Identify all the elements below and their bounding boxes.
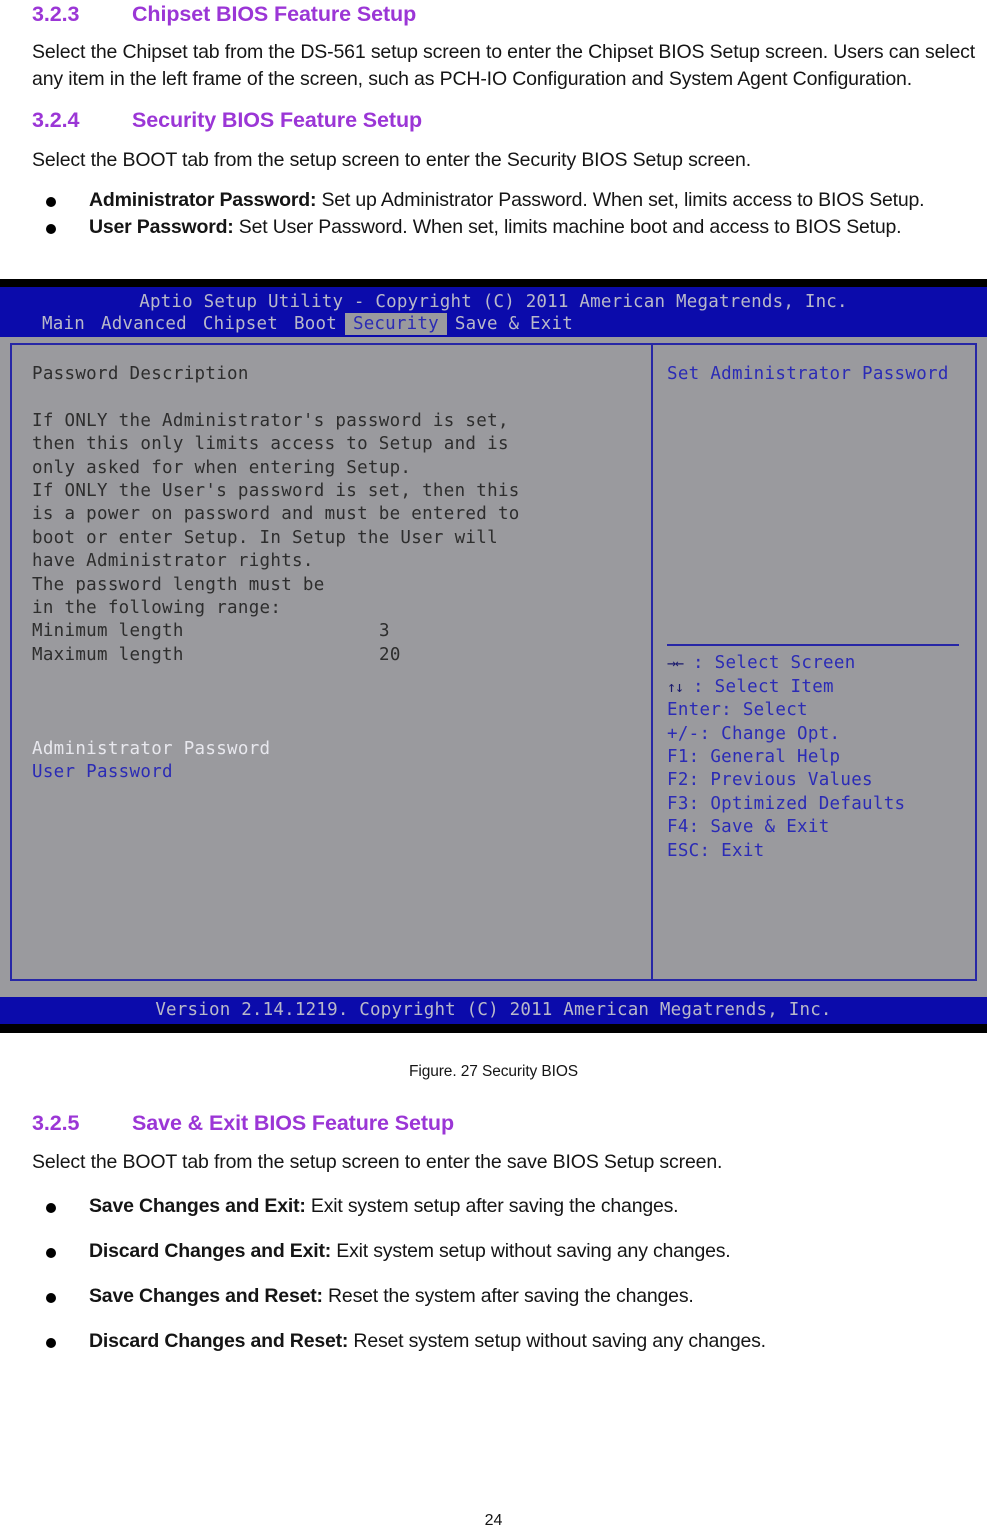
help-key-text: : Select Screen: [693, 653, 856, 674]
maximum-length-value: 20: [379, 644, 401, 665]
list-item: User Password: Set User Password. When s…: [32, 214, 973, 241]
bullet-dot-icon: [46, 1293, 56, 1303]
help-key-f2-previous-values: F2: Previous Values: [667, 770, 873, 791]
minimum-length-label: Minimum length: [32, 621, 184, 642]
document-body-lower: 3.2.5 Save & Exit BIOS Feature Setup Sel…: [0, 1111, 987, 1355]
tab-security[interactable]: Security: [344, 313, 447, 335]
bullet-dot-icon: [46, 224, 56, 234]
bios-left-pane: Password Description If ONLY the Adminis…: [12, 345, 653, 979]
description-line: have Administrator rights.: [32, 551, 314, 572]
bullet-list-security: Administrator Password: Set up Administr…: [32, 187, 973, 241]
description-line: The password length must be: [32, 574, 325, 595]
list-item-text: Set User Password. When set, limits mach…: [233, 216, 902, 238]
help-key-f4-save-exit: F4: Save & Exit: [667, 817, 830, 838]
description-line: If ONLY the User's password is set, then…: [32, 481, 520, 502]
description-line: in the following range:: [32, 598, 282, 619]
bios-header: Aptio Setup Utility - Copyright (C) 2011…: [0, 287, 987, 337]
description-line: If ONLY the Administrator's password is …: [32, 410, 509, 431]
heading-3-2-5: 3.2.5 Save & Exit BIOS Feature Setup: [32, 1111, 973, 1136]
tab-boot[interactable]: Boot: [286, 313, 345, 335]
bios-tab-bar: Main Advanced Chipset Boot Security Save…: [0, 313, 987, 337]
bullet-list-save-exit: Save Changes and Exit: Exit system setup…: [32, 1193, 973, 1355]
list-item: Discard Changes and Exit: Exit system se…: [32, 1238, 973, 1265]
heading-title: Chipset BIOS Feature Setup: [132, 2, 417, 26]
help-key-f1-general-help: F1: General Help: [667, 747, 841, 768]
description-line: then this only limits access to Setup an…: [32, 434, 509, 455]
bios-title: Aptio Setup Utility - Copyright (C) 2011…: [139, 292, 848, 312]
bios-frame: Password Description If ONLY the Adminis…: [10, 343, 977, 981]
list-item-text: Reset the system after saving the change…: [322, 1285, 694, 1307]
minimum-length-value: 3: [379, 621, 390, 642]
tab-chipset[interactable]: Chipset: [195, 313, 286, 335]
list-item-text: Exit system setup without saving any cha…: [331, 1240, 731, 1262]
bios-screenshot-figure: Aptio Setup Utility - Copyright (C) 2011…: [0, 279, 987, 1033]
menu-item-user-password[interactable]: User Password: [32, 761, 651, 784]
tab-save-exit[interactable]: Save & Exit: [447, 313, 581, 335]
bullet-dot-icon: [46, 197, 56, 207]
list-item-term: Save Changes and Exit:: [89, 1195, 306, 1217]
bios-right-pane: Set Administrator Password →← : Select Sc…: [653, 345, 975, 979]
bullet-dot-icon: [46, 1248, 56, 1258]
help-key-text: : Select Item: [693, 676, 834, 697]
document-body: 3.2.3 Chipset BIOS Feature Setup Select …: [0, 0, 987, 241]
list-item-text: Set up Administrator Password. When set,…: [316, 189, 925, 211]
page-number: 24: [484, 1512, 503, 1529]
description-line: is a power on password and must be enter…: [32, 504, 520, 525]
list-item: Administrator Password: Set up Administr…: [32, 187, 973, 214]
list-item-term: Administrator Password:: [89, 189, 317, 211]
bios-body: Password Description If ONLY the Adminis…: [0, 337, 987, 989]
figure-caption: Figure. 27 Security BIOS: [408, 1063, 579, 1080]
heading-title: Save & Exit BIOS Feature Setup: [132, 1111, 454, 1135]
heading-3-2-3: 3.2.3 Chipset BIOS Feature Setup: [32, 2, 973, 27]
paragraph-3-2-4: Select the BOOT tab from the setup scree…: [32, 149, 751, 171]
menu-item-administrator-password[interactable]: Administrator Password: [32, 738, 651, 761]
help-divider: [667, 644, 959, 647]
list-item-term: Discard Changes and Reset:: [89, 1330, 349, 1352]
paragraph-3-2-3: Select the Chipset tab from the DS-561 s…: [32, 41, 976, 90]
bios-gap-strip: [0, 989, 987, 997]
list-item-text: Reset system setup without saving any ch…: [348, 1330, 766, 1352]
help-key-select-screen: →← : Select Screen: [667, 652, 963, 675]
bios-bottom-border: [0, 1024, 987, 1033]
list-item-text: Exit system setup after saving the chang…: [305, 1195, 679, 1217]
heading-title: Security BIOS Feature Setup: [132, 108, 423, 132]
heading-number: 3.2.4: [32, 108, 80, 132]
arrow-left-right-icon: →←: [667, 654, 684, 673]
list-item: Save Changes and Exit: Exit system setup…: [32, 1193, 973, 1220]
heading-3-2-4: 3.2.4 Security BIOS Feature Setup: [32, 108, 973, 133]
list-item: Save Changes and Reset: Reset the system…: [32, 1283, 973, 1310]
password-description-heading: Password Description: [32, 364, 249, 384]
maximum-length-row: Maximum length 20: [32, 644, 651, 667]
help-key-change-opt: +/-: Change Opt.: [667, 723, 841, 744]
description-line: only asked for when entering Setup.: [32, 457, 412, 478]
list-item: Discard Changes and Reset: Reset system …: [32, 1328, 973, 1355]
paragraph-3-2-5: Select the BOOT tab from the setup scree…: [32, 1151, 723, 1173]
bullet-dot-icon: [46, 1203, 56, 1213]
list-item-term: User Password:: [89, 216, 234, 238]
help-key-esc-exit: ESC: Exit: [667, 840, 765, 861]
tab-advanced[interactable]: Advanced: [93, 313, 195, 335]
tab-main[interactable]: Main: [34, 313, 93, 335]
bios-version-bar: Version 2.14.1219. Copyright (C) 2011 Am…: [0, 997, 987, 1024]
maximum-length-label: Maximum length: [32, 644, 184, 665]
help-key-select-item: ↑↓ : Select Item: [667, 676, 963, 699]
help-title: Set Administrator Password: [667, 364, 949, 384]
bios-top-border: [0, 279, 987, 287]
description-line: boot or enter Setup. In Setup the User w…: [32, 527, 498, 548]
heading-number: 3.2.3: [32, 2, 80, 26]
help-key-f3-optimized-defaults: F3: Optimized Defaults: [667, 793, 906, 814]
heading-number: 3.2.5: [32, 1111, 80, 1135]
list-item-term: Save Changes and Reset:: [89, 1285, 323, 1307]
bullet-dot-icon: [46, 1338, 56, 1348]
help-key-enter: Enter: Select: [667, 700, 808, 721]
list-item-term: Discard Changes and Exit:: [89, 1240, 332, 1262]
arrow-up-down-icon: ↑↓: [667, 677, 684, 696]
minimum-length-row: Minimum length 3: [32, 620, 651, 643]
